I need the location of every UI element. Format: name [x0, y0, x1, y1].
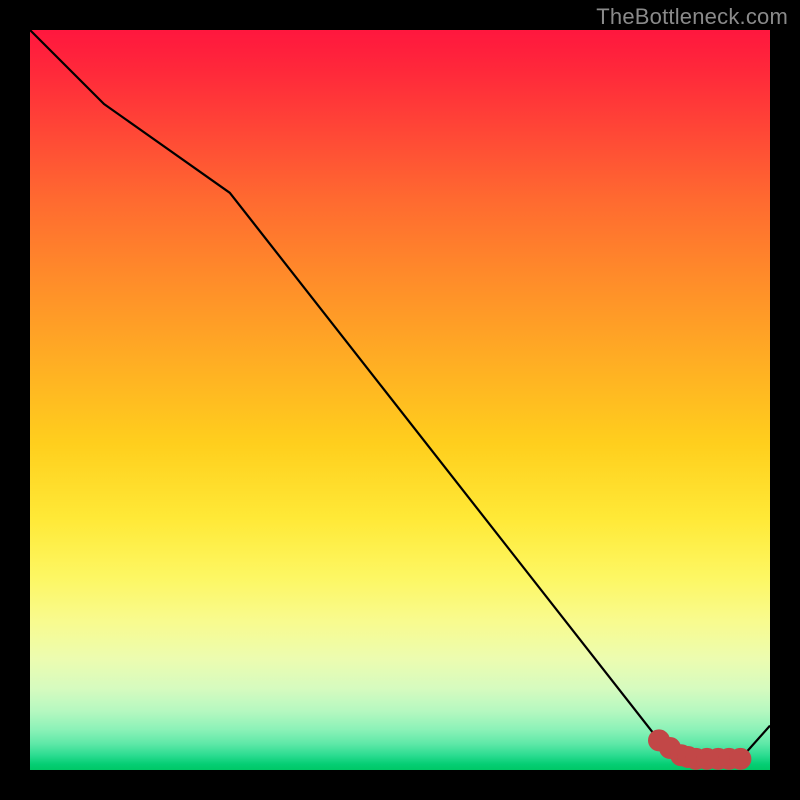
chart-stage: TheBottleneck.com [0, 0, 800, 800]
watermark-text: TheBottleneck.com [596, 4, 788, 30]
series-curve [30, 30, 770, 759]
highlight-markers [654, 735, 746, 765]
chart-overlay [30, 30, 770, 770]
